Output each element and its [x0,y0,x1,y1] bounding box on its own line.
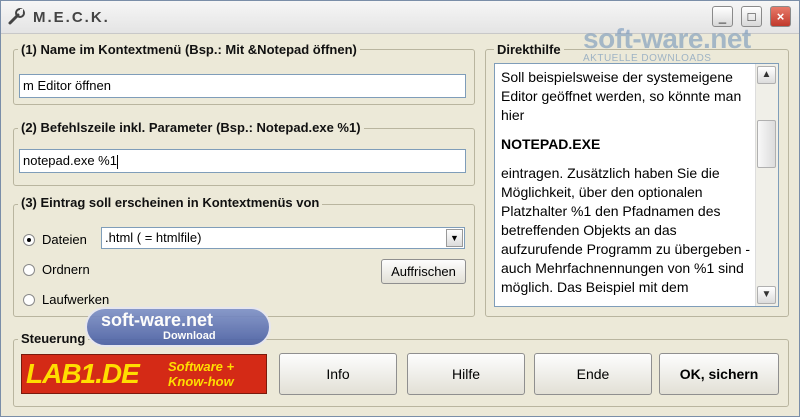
group-command-line-title: (2) Befehlszeile inkl. Parameter (Bsp.: … [18,120,364,135]
minimize-icon: _ [718,9,727,24]
radio-dateien-label: Dateien [42,232,87,247]
radio-laufwerken[interactable] [23,294,35,306]
text-cursor [116,154,118,169]
watermark-badge-sub: Download [163,330,216,342]
control-title: Steuerung [18,331,89,346]
filetype-dropdown[interactable]: .html ( = htmlfile) ▼ [101,227,465,249]
radio-laufwerken-label: Laufwerken [42,292,110,307]
lab1-logo-text: LAB1.DE [26,358,140,389]
window-title: M.E.C.K. [33,9,110,26]
refresh-button[interactable]: Auffrischen [381,259,466,284]
ok-save-button[interactable]: OK, sichern [659,353,779,395]
direct-help-title: Direkthilfe [494,42,564,57]
group-context-menus-title: (3) Eintrag soll erscheinen in Kontextme… [18,195,323,210]
chevron-down-icon[interactable]: ▼ [446,229,463,247]
wrench-icon [8,8,25,25]
scroll-down-icon[interactable]: ▼ [757,286,776,304]
help-paragraph-1: Soll beispielsweise der systemeigene Edi… [501,69,742,123]
context-name-input[interactable]: m Editor öffnen [19,74,466,98]
scroll-thumb[interactable] [757,120,776,168]
command-line-value: notepad.exe %1 [23,153,117,168]
lab1-logo[interactable]: LAB1.DE Software + Know-how [21,354,267,394]
watermark-top-sub: AKTUELLE DOWNLOADS [583,53,712,64]
watermark-badge-text: soft-ware.net [101,310,214,330]
help-button[interactable]: Hilfe [407,353,525,395]
watermark-top: soft-ware.net [583,23,751,54]
radio-dateien[interactable] [23,234,35,246]
help-text-box[interactable]: Soll beispielsweise der systemeigene Edi… [494,63,779,307]
maximize-icon: □ [747,9,756,24]
help-paragraph-2: NOTEPAD.EXE [501,136,601,152]
help-scrollbar[interactable]: ▲ ▼ [755,64,778,306]
scroll-up-icon[interactable]: ▲ [757,66,776,84]
close-icon: × [776,9,785,24]
help-text: Soll beispielsweise der systemeigene Edi… [501,68,753,306]
exit-button[interactable]: Ende [534,353,652,395]
radio-ordnern-label: Ordnern [42,262,90,277]
command-line-input[interactable]: notepad.exe %1 [19,149,466,173]
watermark-badge: soft-ware.net Download [85,307,271,347]
close-button[interactable]: × [770,6,791,27]
group-context-name-title: (1) Name im Kontextmenü (Bsp.: Mit &Note… [18,42,360,57]
lab1-logo-tag1: Software + [168,359,235,374]
info-button[interactable]: Info [279,353,397,395]
app-window: M.E.C.K. _ □ × (1) Name im Kontextmenü (… [0,0,800,417]
help-paragraph-3: eintragen. Zusätzlich haben Sie die Mögl… [501,165,751,295]
filetype-dropdown-value: .html ( = htmlfile) [105,230,202,245]
radio-ordnern[interactable] [23,264,35,276]
lab1-logo-tag2: Know-how [168,374,234,389]
